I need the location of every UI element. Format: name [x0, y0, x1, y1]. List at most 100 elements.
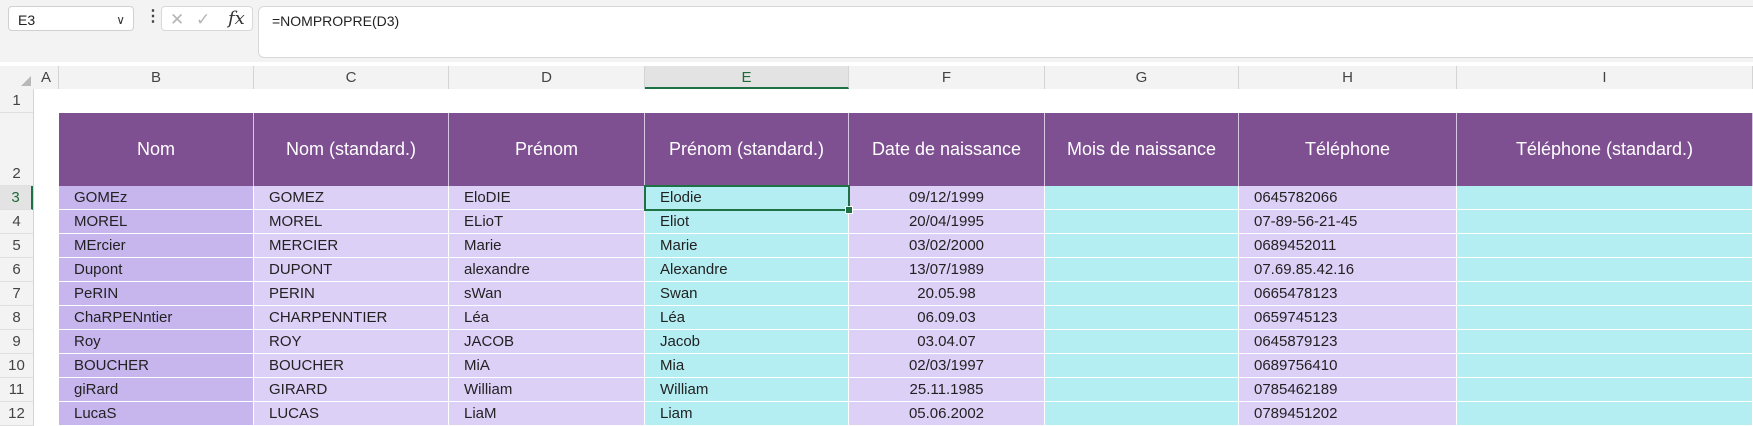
cell-d5[interactable]: Marie — [449, 234, 645, 258]
table-header-g[interactable]: Mois de naissance — [1045, 113, 1239, 186]
row-header-2[interactable]: 2 — [0, 113, 33, 186]
chevron-down-icon[interactable]: ∨ — [116, 13, 125, 27]
cell-b10[interactable]: BOUCHER — [59, 354, 254, 378]
cell-g9[interactable] — [1045, 330, 1239, 354]
column-header-h[interactable]: H — [1239, 66, 1457, 89]
cell-h5[interactable]: 0689452011 — [1239, 234, 1457, 258]
cell-i11[interactable] — [1457, 378, 1753, 402]
cell-e12[interactable]: Liam — [645, 402, 849, 426]
cell-c7[interactable]: PERIN — [254, 282, 449, 306]
cell-d9[interactable]: JACOB — [449, 330, 645, 354]
column-header-e[interactable]: E — [645, 66, 849, 89]
cell-h8[interactable]: 0659745123 — [1239, 306, 1457, 330]
table-header-d[interactable]: Prénom — [449, 113, 645, 186]
row-header-4[interactable]: 4 — [0, 210, 33, 234]
table-header-e[interactable]: Prénom (standard.) — [645, 113, 849, 186]
cell-c3[interactable]: GOMEZ — [254, 186, 449, 210]
row-header-11[interactable]: 11 — [0, 378, 33, 402]
cell-e6[interactable]: Alexandre — [645, 258, 849, 282]
cell-g6[interactable] — [1045, 258, 1239, 282]
cell-e10[interactable]: Mia — [645, 354, 849, 378]
column-header-a[interactable]: A — [34, 66, 59, 89]
row-header-3[interactable]: 3 — [0, 186, 33, 210]
cell-h9[interactable]: 0645879123 — [1239, 330, 1457, 354]
cell-i10[interactable] — [1457, 354, 1753, 378]
column-header-i[interactable]: I — [1457, 66, 1753, 89]
cell-g8[interactable] — [1045, 306, 1239, 330]
cell-b11[interactable]: giRard — [59, 378, 254, 402]
cell-b5[interactable]: MErcier — [59, 234, 254, 258]
column-header-b[interactable]: B — [59, 66, 254, 89]
cell-f4[interactable]: 20/04/1995 — [849, 210, 1045, 234]
cell-i9[interactable] — [1457, 330, 1753, 354]
cell-d12[interactable]: LiaM — [449, 402, 645, 426]
cell-f10[interactable]: 02/03/1997 — [849, 354, 1045, 378]
cell-b8[interactable]: ChaRPENntier — [59, 306, 254, 330]
cell-g7[interactable] — [1045, 282, 1239, 306]
fill-handle[interactable] — [845, 206, 853, 214]
cell-f5[interactable]: 03/02/2000 — [849, 234, 1045, 258]
cell-c8[interactable]: CHARPENNTIER — [254, 306, 449, 330]
column-header-g[interactable]: G — [1045, 66, 1239, 89]
cell-h12[interactable]: 0789451202 — [1239, 402, 1457, 426]
cell-i12[interactable] — [1457, 402, 1753, 426]
formula-input[interactable]: =NOMPROPRE(D3) — [258, 6, 1753, 58]
cell-h10[interactable]: 0689756410 — [1239, 354, 1457, 378]
cell-f12[interactable]: 05.06.2002 — [849, 402, 1045, 426]
table-header-f[interactable]: Date de naissance — [849, 113, 1045, 186]
table-header-i[interactable]: Téléphone (standard.) — [1457, 113, 1753, 186]
cell-e7[interactable]: Swan — [645, 282, 849, 306]
cell-c9[interactable]: ROY — [254, 330, 449, 354]
cell-h4[interactable]: 07-89-56-21-45 — [1239, 210, 1457, 234]
cell-f3[interactable]: 09/12/1999 — [849, 186, 1045, 210]
cell-i8[interactable] — [1457, 306, 1753, 330]
cell-g5[interactable] — [1045, 234, 1239, 258]
cell-g10[interactable] — [1045, 354, 1239, 378]
cell-g4[interactable] — [1045, 210, 1239, 234]
cell-g11[interactable] — [1045, 378, 1239, 402]
cell-d4[interactable]: ELioT — [449, 210, 645, 234]
column-header-c[interactable]: C — [254, 66, 449, 89]
more-options-icon[interactable]: ⋮ — [145, 8, 161, 26]
table-header-c[interactable]: Nom (standard.) — [254, 113, 449, 186]
cell-h7[interactable]: 0665478123 — [1239, 282, 1457, 306]
cell-e4[interactable]: Eliot — [645, 210, 849, 234]
cell-b7[interactable]: PeRIN — [59, 282, 254, 306]
row-header-8[interactable]: 8 — [0, 306, 33, 330]
cell-e3[interactable]: Elodie — [645, 186, 849, 210]
cell-f8[interactable]: 06.09.03 — [849, 306, 1045, 330]
table-header-h[interactable]: Téléphone — [1239, 113, 1457, 186]
cell-g3[interactable] — [1045, 186, 1239, 210]
cell-h3[interactable]: 0645782066 — [1239, 186, 1457, 210]
cell-e11[interactable]: William — [645, 378, 849, 402]
insert-function-icon[interactable]: fx — [228, 8, 245, 29]
cell-c12[interactable]: LUCAS — [254, 402, 449, 426]
cell-i3[interactable] — [1457, 186, 1753, 210]
column-header-d[interactable]: D — [449, 66, 645, 89]
row-header-1[interactable]: 1 — [0, 89, 33, 113]
cancel-icon[interactable]: ✕ — [170, 10, 184, 30]
cell-c5[interactable]: MERCIER — [254, 234, 449, 258]
row-header-12[interactable]: 12 — [0, 402, 33, 426]
enter-icon[interactable]: ✓ — [196, 10, 210, 30]
row-header-9[interactable]: 9 — [0, 330, 33, 354]
row-header-10[interactable]: 10 — [0, 354, 33, 378]
cell-i4[interactable] — [1457, 210, 1753, 234]
cell-f6[interactable]: 13/07/1989 — [849, 258, 1045, 282]
table-header-b[interactable]: Nom — [59, 113, 254, 186]
cell-f9[interactable]: 03.04.07 — [849, 330, 1045, 354]
name-box[interactable]: E3 ∨ — [8, 6, 134, 31]
cell-c11[interactable]: GIRARD — [254, 378, 449, 402]
cell-e8[interactable]: Léa — [645, 306, 849, 330]
cell-f7[interactable]: 20.05.98 — [849, 282, 1045, 306]
cell-b6[interactable]: Dupont — [59, 258, 254, 282]
cell-f11[interactable]: 25.11.1985 — [849, 378, 1045, 402]
cell-b4[interactable]: MOREL — [59, 210, 254, 234]
cell-c4[interactable]: MOREL — [254, 210, 449, 234]
cell-i7[interactable] — [1457, 282, 1753, 306]
cell-b12[interactable]: LucaS — [59, 402, 254, 426]
cell-e5[interactable]: Marie — [645, 234, 849, 258]
cell-b9[interactable]: Roy — [59, 330, 254, 354]
cell-i5[interactable] — [1457, 234, 1753, 258]
cell-d6[interactable]: alexandre — [449, 258, 645, 282]
